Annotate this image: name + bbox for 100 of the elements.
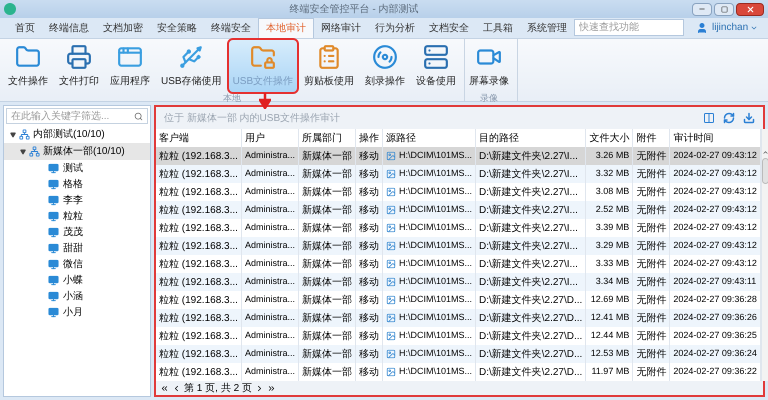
column-header[interactable]: 客户端 [159,132,189,144]
column-header[interactable]: 源路径 [386,132,416,144]
table-row[interactable]: 粒粒 (192.168.3... Administra... 新媒体一部 移动 H:\DCIM\101MS... D:\新建文件夹\2.27\I... 3.33 MB 无附件 2024-02-27 09:43:12 [156,255,760,273]
menu-tab[interactable]: 安全策略 [150,18,204,38]
table-cell: 新媒体一部 [302,366,352,378]
table-row[interactable]: 粒粒 (192.168.3... Administra... 新媒体一部 移动 H:\DCIM\101MS... D:\新建文件夹\2.27\D... 12.44 MB 无附件 2024-02-27 09:36:25 [156,327,760,345]
computer-icon [48,258,59,270]
column-header[interactable]: 文件大小 [589,132,630,144]
scroll-up-icon[interactable] [762,149,768,156]
menu-tab[interactable]: 终端安全 [204,18,258,38]
scrollbar-thumb[interactable] [762,158,768,184]
ribbon-button[interactable]: 文件操作 [4,40,52,92]
table-cell: Administra... [244,366,295,376]
tree-item[interactable]: 甜甜 [63,240,83,256]
column-header[interactable]: 附件 [636,132,656,144]
first-page-icon[interactable] [160,384,169,392]
tree-item[interactable]: 小蝶 [63,272,83,288]
column-header[interactable]: 操作 [358,132,379,144]
menu-tab[interactable]: 文档加密 [96,18,150,38]
table-row[interactable]: 粒粒 (192.168.3... Administra... 新媒体一部 移动 H:\DCIM\101MS... D:\新建文件夹\2.27\D... 12.69 MB 无附件 2024-02-27 09:36:28 [156,291,760,309]
table-cell: 无附件 [636,348,666,360]
image-file-icon [386,205,396,215]
menu-tab[interactable]: 行为分析 [368,18,422,38]
columns-icon[interactable] [703,112,715,124]
table-row[interactable]: 粒粒 (192.168.3... Administra... 新媒体一部 移动 H:\DCIM\101MS... D:\新建文件夹\2.27\I... 3.29 MB 无附件 2024-02-27 09:43:12 [156,237,760,255]
tree-item[interactable]: 测试 [63,160,83,176]
annotation-arrow [259,93,271,109]
column-header[interactable]: 所属部门 [302,132,342,144]
ribbon-button[interactable]: 文件打印 [55,40,103,92]
tree-item[interactable]: 内部测试(10/10) [33,127,105,142]
computer-icon [48,226,59,238]
column-header[interactable]: 审计时间 [673,132,714,144]
table-cell: 移动 [358,348,379,360]
table-row[interactable]: 粒粒 (192.168.3... Administra... 新媒体一部 移动 H:\DCIM\101MS... D:\新建文件夹\2.27\D... 11.97 MB 无附件 2024-02-27 09:36:22 [156,363,760,381]
ribbon-button[interactable]: 设备使用 [412,40,460,92]
expand-arrow-icon[interactable] [20,148,26,154]
tree-item[interactable]: 小涵 [63,288,83,304]
tree-item[interactable]: 粒粒 [63,208,83,224]
table-cell-text: H:\DCIM\101MS... [398,347,472,360]
table-row[interactable]: 粒粒 (192.168.3... Administra... 新媒体一部 移动 H:\DCIM\101MS... D:\新建文件夹\2.27\I... 3.32 MB 无附件 2024-02-27 09:43:12 [156,165,760,183]
filter-field[interactable]: 在此输入关键字筛选... [6,108,148,124]
table-cell: 12.69 MB [590,294,630,304]
menu-tab[interactable]: 文档安全 [422,18,476,38]
previous-page-icon[interactable] [172,384,181,392]
table-cell: Administra... [244,240,295,250]
ribbon-button[interactable]: USB存储使用 [157,40,226,92]
table-cell: 2.52 MB [596,204,630,214]
table-row[interactable]: 粒粒 (192.168.3... Administra... 新媒体一部 移动 H:\DCIM\101MS... D:\新建文件夹\2.27\D... 12.41 MB 无附件 2024-02-27 09:36:26 [156,309,760,327]
computer-icon [48,194,59,206]
menu-tab[interactable]: 网络审计 [314,18,368,38]
table-row[interactable]: 粒粒 (192.168.3... Administra... 新媒体一部 移动 H:\DCIM\101MS... D:\新建文件夹\2.27\I... 3.39 MB 无附件 2024-02-27 09:43:12 [156,219,760,237]
table-cell: 无附件 [636,204,666,216]
table-cell: 3.39 MB [596,222,630,232]
table-cell: 2024-02-27 09:43:12 [673,240,757,250]
table-cell: 粒粒 (192.168.3... [159,222,238,234]
column-header[interactable]: 用户 [244,132,265,144]
table-cell-text: H:\DCIM\101MS... [398,311,472,324]
table-cell: 无附件 [636,186,666,198]
ribbon-button[interactable]: 刻录操作 [361,40,410,92]
table-row[interactable]: 粒粒 (192.168.3... Administra... 新媒体一部 移动 H:\DCIM\101MS... D:\新建文件夹\2.27\I... 3.34 MB 无附件 2024-02-27 09:43:11 [156,273,760,291]
table-cell: 粒粒 (192.168.3... [159,204,238,216]
table-cell: 新媒体一部 [302,348,352,360]
table-row[interactable]: 粒粒 (192.168.3... Administra... 新媒体一部 移动 H:\DCIM\101MS... D:\新建文件夹\2.27\D... 12.53 MB 无附件 2024-02-27 09:36:24 [156,345,760,363]
org-icon [29,146,40,157]
tree-item[interactable]: 茂茂 [63,224,83,240]
maximize-button[interactable] [714,2,734,16]
ribbon-button[interactable]: 屏幕录像 [465,40,514,92]
table-cell: D:\新建文件夹\2.27\D... [478,348,582,360]
table-cell: 12.41 MB [590,312,630,322]
table-cell-text: H:\DCIM\101MS... [398,239,472,252]
refresh-icon[interactable] [723,112,735,124]
menu-tab[interactable]: 终端信息 [42,18,96,38]
tree-item[interactable]: 格格 [63,176,83,192]
ribbon-button[interactable]: 剪贴板使用 [300,40,358,92]
ribbon-button[interactable]: 应用程序 [106,40,154,92]
close-icon [746,4,754,14]
last-page-icon[interactable] [267,384,276,392]
close-button[interactable] [736,2,764,16]
table-cell: D:\新建文件夹\2.27\I... [478,276,578,288]
tree-item[interactable]: 微信 [63,256,83,272]
tree-item[interactable]: 李李 [63,192,83,208]
table-row[interactable]: 粒粒 (192.168.3... Administra... 新媒体一部 移动 H:\DCIM\101MS... D:\新建文件夹\2.27\I... 3.08 MB 无附件 2024-02-27 09:43:12 [156,183,760,201]
menu-tab[interactable]: 系统管理 [520,18,574,38]
menu-tab[interactable]: 工具箱 [476,18,520,38]
computer-icon [48,242,59,254]
table-row[interactable]: 粒粒 (192.168.3... Administra... 新媒体一部 移动 H:\DCIM\101MS... D:\新建文件夹\2.27\I... 3.26 MB 无附件 2024-02-27 09:43:12 [156,147,760,165]
column-header[interactable]: 目的路径 [478,132,519,144]
table-row[interactable]: 粒粒 (192.168.3... Administra... 新媒体一部 移动 H:\DCIM\101MS... D:\新建文件夹\2.27\I... 2.52 MB 无附件 2024-02-27 09:43:12 [156,201,760,219]
table-cell: 粒粒 (192.168.3... [159,330,238,342]
table-cell: 移动 [358,258,379,270]
search-field[interactable]: 快速查找功能 [574,19,684,36]
user-menu[interactable]: lijinchan [712,20,758,35]
download-icon[interactable] [743,112,755,124]
expand-arrow-icon[interactable] [10,132,16,138]
menu-tab[interactable]: 首页 [8,18,42,38]
computer-icon [48,162,59,174]
image-file-icon [386,169,396,179]
tree-item[interactable]: 小月 [63,304,83,320]
image-file-icon [386,313,396,323]
table-cell: 2024-02-27 09:36:22 [673,366,757,376]
